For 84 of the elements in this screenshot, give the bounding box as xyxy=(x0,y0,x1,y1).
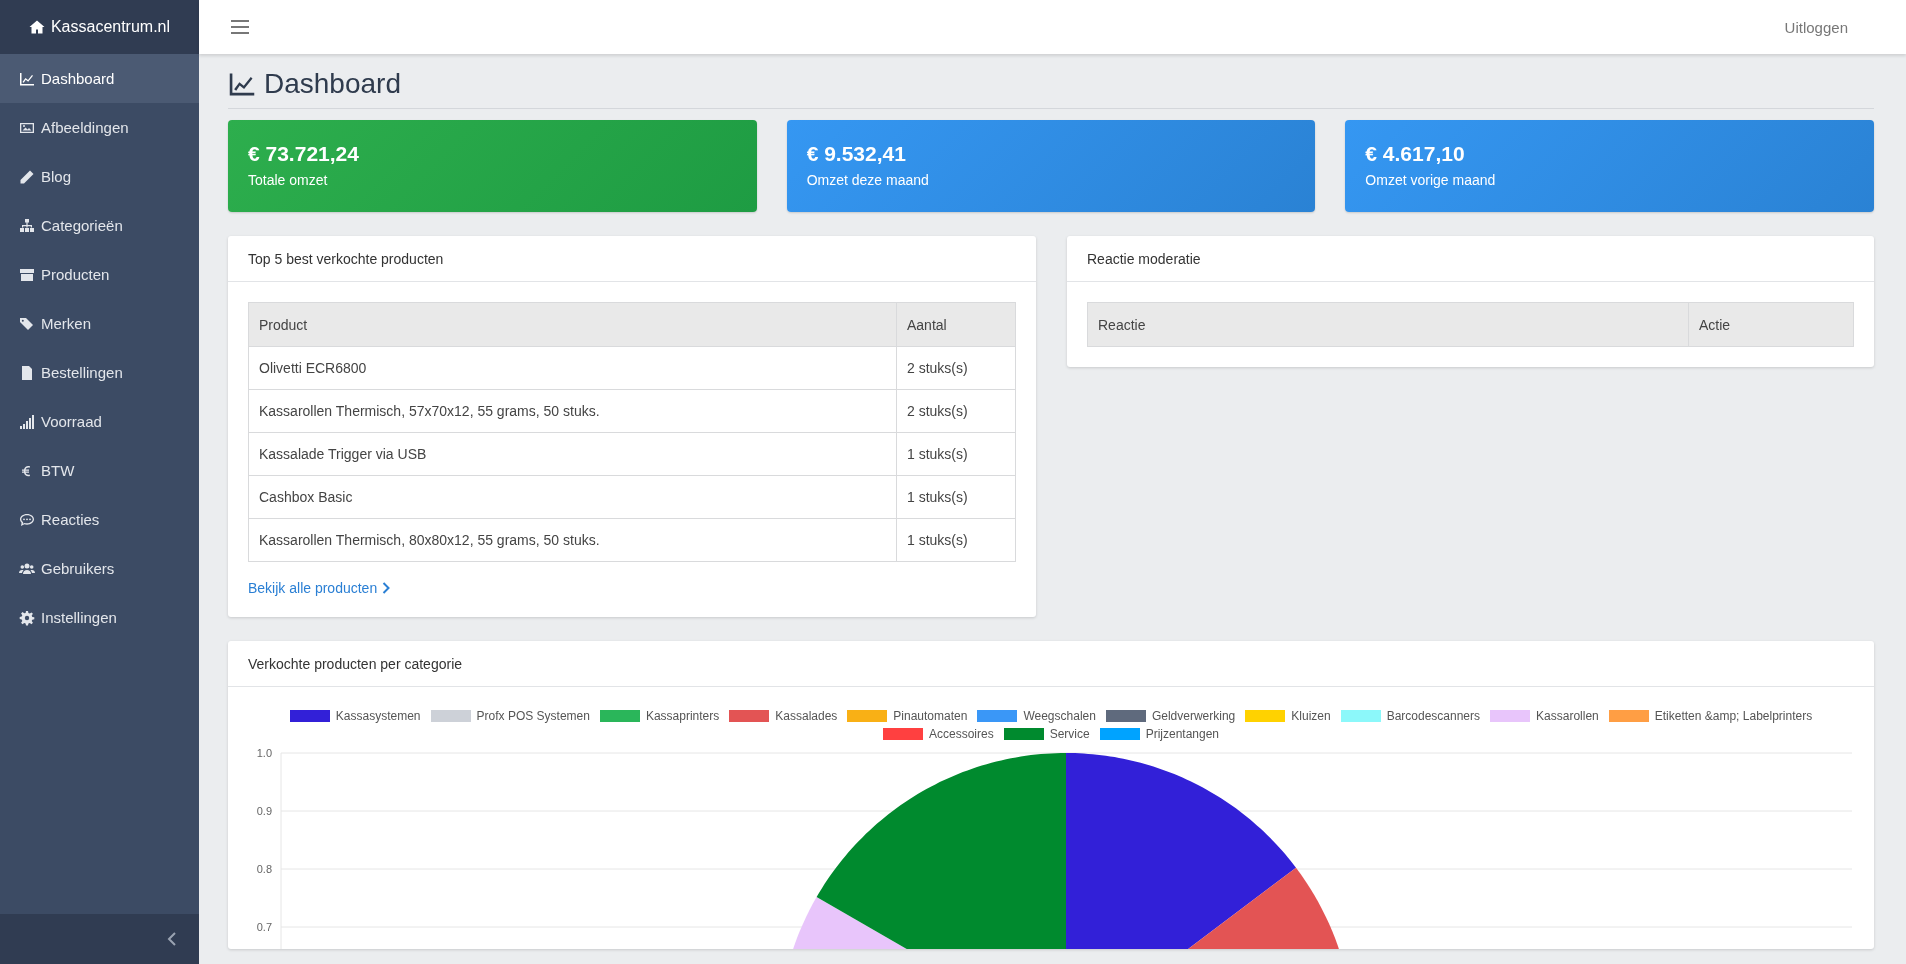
chart-line-icon xyxy=(19,70,35,87)
stat-label: Totale omzet xyxy=(248,172,329,188)
signal-bars-icon xyxy=(19,413,35,430)
legend-swatch[interactable] xyxy=(882,728,923,740)
sidebar-item[interactable]: Voorraad xyxy=(0,397,199,446)
legend-swatch[interactable] xyxy=(977,710,1018,722)
legend-label[interactable]: Service xyxy=(1049,727,1090,741)
table-cell: Kassalade Trigger via USB xyxy=(248,432,897,476)
legend-label[interactable]: Kluizen xyxy=(1291,709,1331,723)
stat-label: Omzet deze maand xyxy=(806,172,930,188)
table-cell: 1 stuks(s) xyxy=(896,475,1016,519)
column-header: Aantal xyxy=(896,302,1016,347)
column-header: Product xyxy=(248,302,897,347)
legend-label[interactable]: Prijzentangen xyxy=(1145,727,1220,741)
legend-swatch[interactable] xyxy=(729,710,770,722)
card-title: Top 5 best verkochte producten xyxy=(228,236,1036,282)
sidebar-item[interactable]: Instellingen xyxy=(0,593,199,642)
sidebar-item[interactable]: Afbeeldingen xyxy=(0,103,199,152)
table-cell: 2 stuks(s) xyxy=(896,389,1016,433)
page-title: Dashboard xyxy=(264,68,401,100)
gear-icon xyxy=(19,609,35,626)
stat-value: € 4.617,10 xyxy=(1365,142,1466,166)
legend-swatch[interactable] xyxy=(847,710,888,722)
legend-swatch[interactable] xyxy=(1490,710,1531,722)
brand-logo[interactable]: Kassacentrum.nl xyxy=(0,0,199,54)
legend-swatch[interactable] xyxy=(1245,710,1286,722)
box-icon xyxy=(19,266,35,283)
legend-label[interactable]: Pinautomaten xyxy=(893,709,968,723)
column-header: Reactie xyxy=(1087,302,1689,347)
pencil-icon xyxy=(19,168,35,185)
legend-label[interactable]: Accessoires xyxy=(928,727,994,741)
legend-swatch[interactable] xyxy=(289,710,330,722)
stat-label: Omzet vorige maand xyxy=(1365,172,1497,188)
legend-label[interactable]: Kassasystemen xyxy=(335,709,421,723)
legend-label[interactable]: Etiketten &amp; Labelprinters xyxy=(1654,709,1813,723)
legend-swatch[interactable] xyxy=(1099,728,1140,740)
sidebar-item[interactable]: Bestellingen xyxy=(0,348,199,397)
stat-value: € 73.721,24 xyxy=(248,142,360,166)
house-icon xyxy=(28,19,45,35)
sitemap-icon xyxy=(19,217,35,234)
table-cell: Olivetti ECR6800 xyxy=(248,346,897,390)
sidebar-item[interactable]: Dashboard xyxy=(0,54,199,103)
sidebar-item[interactable]: Producten xyxy=(0,250,199,299)
sidebar-item[interactable]: Reacties xyxy=(0,495,199,544)
legend-swatch[interactable] xyxy=(1608,710,1649,722)
legend-label[interactable]: Barcodescanners xyxy=(1386,709,1481,723)
table-cell: Kassarollen Thermisch, 57x70x12, 55 grams, 50 stuks. xyxy=(248,389,897,433)
table-cell: 1 stuks(s) xyxy=(896,432,1016,476)
card-title: Reactie moderatie xyxy=(1067,236,1874,282)
legend-label[interactable]: Kassalades xyxy=(775,709,838,723)
legend-label[interactable]: Geldverwerking xyxy=(1151,709,1236,723)
sidebar-item[interactable]: BTW xyxy=(0,446,199,495)
legend-swatch[interactable] xyxy=(599,710,640,722)
table-cell: Kassarollen Thermisch, 80x80x12, 55 grams, 50 stuks. xyxy=(248,518,897,562)
table-cell: 2 stuks(s) xyxy=(896,346,1016,390)
legend-swatch[interactable] xyxy=(430,710,471,722)
sidebar-item[interactable]: Categorieën xyxy=(0,201,199,250)
sidebar-item[interactable]: Gebruikers xyxy=(0,544,199,593)
axis-tick-label: 1.0 xyxy=(256,747,272,759)
table-cell: Cashbox Basic xyxy=(248,475,897,519)
legend-label[interactable]: Kassarollen xyxy=(1536,709,1599,723)
axis-tick-label: 0.8 xyxy=(256,863,272,875)
chevron-right-icon xyxy=(382,582,391,594)
view-all-link[interactable]: Bekijk alle producten xyxy=(248,580,391,596)
sidebar-item[interactable]: Blog xyxy=(0,152,199,201)
sidebar-item[interactable]: Merken xyxy=(0,299,199,348)
document-icon xyxy=(19,364,35,381)
table-cell: 1 stuks(s) xyxy=(896,518,1016,562)
chevron-left-icon[interactable] xyxy=(167,932,177,946)
column-header: Actie xyxy=(1688,302,1854,347)
menu-icon[interactable] xyxy=(231,19,249,35)
legend-swatch[interactable] xyxy=(1340,710,1381,722)
tags-icon xyxy=(19,315,35,332)
legend-swatch[interactable] xyxy=(1003,728,1044,740)
speech-bubble-icon xyxy=(19,511,35,528)
logout-link[interactable]: Uitloggen xyxy=(1784,18,1848,36)
legend-label[interactable]: Profx POS Systemen xyxy=(476,709,590,723)
axis-tick-label: 0.9 xyxy=(256,805,272,817)
legend-label[interactable]: Weegschalen xyxy=(1023,709,1096,723)
legend-swatch[interactable] xyxy=(1105,710,1146,722)
stat-value: € 9.532,41 xyxy=(806,142,907,166)
card-title: Verkochte producten per categorie xyxy=(228,641,1874,687)
legend-label[interactable]: Kassaprinters xyxy=(645,709,720,723)
axis-tick-label: 0.7 xyxy=(256,921,272,933)
